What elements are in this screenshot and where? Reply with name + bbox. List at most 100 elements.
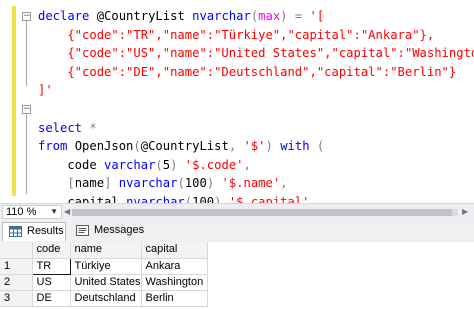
zoom-bar: 110 % ▼ ◀ ▶ [0,203,474,220]
table-row: 2 US United States Washington [0,274,208,291]
code-token: ) [280,9,288,23]
tab-messages[interactable]: Messages [70,222,145,241]
code-token: name [74,176,105,191]
code-token: '$.name' [221,176,281,191]
code-line[interactable]: from OpenJson(@CountryList, '$') with ( [38,137,474,156]
code-token: @CountryList [140,139,229,154]
code-line[interactable]: {"code":"US","name":"United States","cap… [38,44,474,63]
fold-line-select [26,114,27,194]
code-token: * [89,120,97,135]
code-token: select [38,120,83,135]
code-token: '$' [243,139,266,154]
code-line[interactable] [38,100,474,119]
code-token: [ [67,176,75,191]
messages-icon [76,225,89,236]
code-token: ( [177,176,185,191]
cell-capital[interactable]: Ankara [141,258,208,275]
cell-name[interactable]: United States [70,274,142,291]
code-token: ]' [38,83,53,98]
code-token: '$.capital' [228,194,310,203]
code-token: {"code":"US","name":"United States","cap… [38,46,474,61]
code-token: '$.code' [184,157,244,172]
code-token: 100 [192,194,215,203]
code-line[interactable]: declare @CountryList nvarchar(max) = '[ [38,7,474,26]
horizontal-scrollbar[interactable] [72,209,458,216]
zoom-select[interactable]: 110 % ▼ [2,205,62,219]
code-token: varchar [104,157,156,172]
results-tabstrip: Results Messages [0,220,474,242]
table-row: 1 TR Türkiye Ankara [0,257,208,275]
tab-messages-label: Messages [94,224,145,236]
cell-capital[interactable]: Berlin [141,290,208,307]
scroll-right-icon[interactable]: ▶ [462,207,468,216]
sql-code[interactable]: declare @CountryList nvarchar(max) = '[ … [38,7,474,203]
results-table: code name capital 1 TR Türkiye Ankara 2 … [0,242,208,307]
cell-code[interactable]: TR [31,257,71,275]
code-token: capital [38,194,127,203]
code-token: ( [316,139,325,154]
code-token: max [258,9,281,23]
collapse-declare-icon[interactable]: − [22,12,31,21]
code-token: '[ [309,9,325,23]
tab-results-label: Results [27,225,64,237]
code-token: 5 [162,157,171,172]
results-grid[interactable]: code name capital 1 TR Türkiye Ankara 2 … [0,242,474,309]
fold-line-declare [26,21,27,86]
code-token: 100 [184,176,207,191]
code-token: {"code":"DE","name":"Deutschland","capit… [38,64,457,79]
cell-capital[interactable]: Washington [141,274,208,291]
code-line[interactable]: select * [38,119,474,138]
column-header-code[interactable]: code [32,242,71,259]
code-token: OpenJson [67,139,134,154]
cell-code[interactable]: DE [32,290,71,307]
cell-code[interactable]: US [32,274,71,291]
row-number[interactable]: 3 [0,290,33,307]
code-line[interactable]: [name] nvarchar(100) '$.name', [38,174,474,193]
chevron-down-icon: ▼ [50,207,58,216]
query-editor[interactable]: − − declare @CountryList nvarchar(max) =… [0,0,474,203]
row-number[interactable]: 2 [0,274,33,291]
code-token: nvarchar [126,194,185,203]
code-token: , [243,157,251,172]
code-token: nvarchar [192,9,251,23]
cell-name[interactable]: Türkiye [70,258,142,275]
code-line[interactable]: {"code":"DE","name":"Deutschland","capit… [38,63,474,82]
code-token: declare [38,9,90,23]
code-token: with [280,139,310,154]
code-token: @CountryList [89,9,193,23]
corner-cell[interactable] [0,242,33,259]
code-token: ) [265,139,273,154]
code-line[interactable]: ]' [38,81,474,100]
change-tracking-bar [12,6,16,196]
grid-icon [9,226,22,237]
scrollbar-thumb[interactable] [72,209,452,216]
code-token: ( [133,139,141,154]
column-header-name[interactable]: name [70,242,142,259]
row-number[interactable]: 1 [0,258,33,275]
code-token: from [38,139,68,154]
collapse-select-icon[interactable]: − [22,105,31,114]
code-line[interactable]: {"code":"TR","name":"Türkiye","capital":… [38,26,474,45]
code-token: ( [184,194,193,203]
code-token: nvarchar [118,176,178,191]
code-token: ( [155,157,163,172]
scroll-left-icon[interactable]: ◀ [64,207,70,216]
code-token: , [280,176,288,191]
cell-name[interactable]: Deutschland [70,290,142,307]
column-header-capital[interactable]: capital [141,242,208,259]
tab-results[interactable]: Results [2,222,66,241]
code-line[interactable]: code varchar(5) '$.code', [38,156,474,175]
code-line[interactable]: capital nvarchar(100) '$.capital' [38,193,474,203]
code-token: {"code":"TR","name":"Türkiye","capital":… [38,27,435,42]
editor-gutter: − − [0,0,31,203]
zoom-value: 110 % [6,206,37,218]
